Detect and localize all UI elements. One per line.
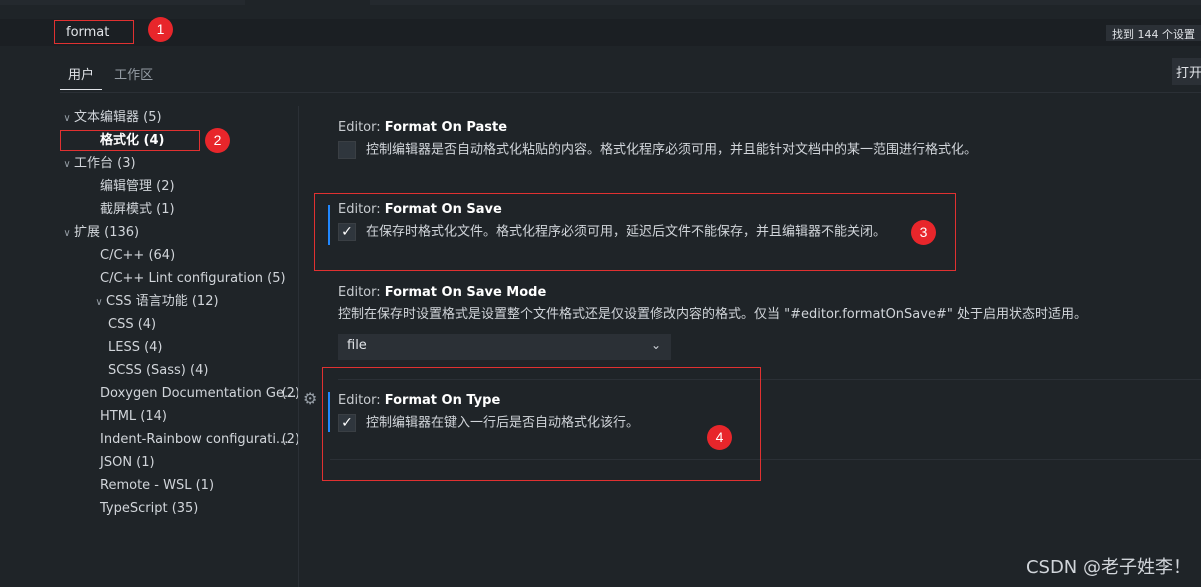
toc-item-label: HTML (14)	[100, 409, 167, 424]
toc-item-label: SCSS (Sass) (4)	[108, 363, 209, 378]
annotation-marker-4: 4	[707, 425, 732, 450]
toc-item[interactable]: Doxygen Documentation Ge... (2)	[60, 382, 300, 405]
toc-item[interactable]: ∨ CSS 语言功能 (12)	[60, 290, 300, 313]
chevron-down-icon: ∨	[63, 159, 71, 170]
active-editor-tab[interactable]	[245, 0, 370, 5]
toc-item-label: CSS 语言功能 (12)	[106, 294, 219, 309]
toc-item[interactable]: ∨ 工作台 (3)	[60, 152, 300, 175]
toc-item-label: CSS (4)	[108, 317, 157, 332]
format-on-save-mode-select[interactable]: file ⌄	[338, 334, 671, 360]
chevron-down-icon: ⌄	[650, 338, 661, 352]
toc-item[interactable]: TypeScript (35)	[60, 497, 300, 520]
setting-format-on-save-mode: Editor: Format On Save Mode 控制在保存时设置格式是设…	[338, 284, 1087, 324]
toc-item-label: 工作台 (3)	[74, 156, 136, 171]
setting-format-on-paste: Editor: Format On Paste 控制编辑器是否自动格式化粘贴的内…	[338, 119, 977, 160]
chevron-down-icon: ∨	[63, 228, 71, 239]
setting-title: Editor: Format On Paste	[338, 120, 508, 135]
toc-item[interactable]: C/C++ Lint configuration (5)	[60, 267, 300, 290]
annotation-box-toc	[60, 130, 200, 151]
toc-item-label: 扩展 (136)	[74, 225, 140, 240]
toc-item-label: Indent-Rainbow configurati...	[100, 432, 289, 447]
toc-item[interactable]: 截屏模式 (1)	[60, 198, 300, 221]
toc-item-label: 编辑管理 (2)	[100, 179, 175, 194]
settings-search-bar: 找到 144 个设置	[0, 19, 1201, 46]
toc-item-label: 截屏模式 (1)	[100, 202, 175, 217]
chevron-down-icon: ∨	[95, 297, 103, 308]
header-divider	[60, 92, 1201, 93]
settings-table-of-contents: ∨ 文本编辑器 (5) 格式化 (4) ∨ 工作台 (3) 编辑管理 (2) 截屏模式 (1…	[60, 106, 300, 520]
annotation-box-format-on-save	[314, 193, 956, 271]
toc-item-label: 文本编辑器 (5)	[74, 110, 162, 125]
editor-tab-strip	[0, 0, 1201, 5]
watermark: CSDN @老子姓李！	[1025, 557, 1191, 578]
format-on-paste-checkbox[interactable]	[338, 141, 356, 159]
tab-user[interactable]: 用户	[60, 60, 103, 90]
toc-item[interactable]: ∨ 文本编辑器 (5)	[60, 106, 300, 129]
toc-item-label: TypeScript (35)	[100, 501, 199, 516]
settings-scope-tabs: 用户 工作区	[60, 60, 161, 90]
toc-item-label: C/C++ (64)	[100, 248, 176, 263]
setting-description: 控制编辑器是否自动格式化粘贴的内容。格式化程序必须可用，并且能针对文档中的某一范…	[338, 141, 977, 160]
toc-item-label: C/C++ Lint configuration (5)	[100, 271, 286, 286]
toc-item[interactable]: JSON (1)	[60, 451, 300, 474]
select-value: file	[347, 338, 367, 353]
annotation-box-search	[54, 20, 134, 44]
annotation-box-format-on-type	[322, 367, 761, 481]
search-results-count: 找到 144 个设置	[1106, 25, 1201, 41]
toc-item[interactable]: LESS (4)	[60, 336, 300, 359]
open-settings-json-button[interactable]: 打开设置	[1172, 58, 1201, 85]
setting-description: 控制在保存时设置格式是设置整个文件格式还是仅设置修改内容的格式。仅当 "#edi…	[338, 307, 1087, 322]
annotation-marker-2: 2	[205, 128, 230, 153]
toc-item[interactable]: SCSS (Sass) (4)	[60, 359, 300, 382]
toc-item[interactable]: C/C++ (64)	[60, 244, 300, 267]
toc-item-label: Remote - WSL (1)	[100, 478, 215, 493]
tab-workspace[interactable]: 工作区	[106, 60, 161, 89]
toc-item[interactable]: CSS (4)	[60, 313, 300, 336]
toc-item-label: JSON (1)	[100, 455, 155, 470]
annotation-marker-1: 1	[148, 17, 173, 42]
toc-divider	[298, 106, 299, 587]
toc-item[interactable]: 编辑管理 (2)	[60, 175, 300, 198]
toc-item[interactable]: Remote - WSL (1)	[60, 474, 300, 497]
toc-item-label: LESS (4)	[108, 340, 163, 355]
annotation-marker-3: 3	[911, 220, 936, 245]
chevron-down-icon: ∨	[63, 113, 71, 124]
toc-item-label: Doxygen Documentation Ge...	[100, 386, 297, 401]
gear-icon[interactable]: ⚙	[303, 389, 317, 408]
setting-title: Editor: Format On Save Mode	[338, 285, 547, 300]
toc-item[interactable]: HTML (14)	[60, 405, 300, 428]
toc-item[interactable]: ∨ 扩展 (136)	[60, 221, 300, 244]
toc-item[interactable]: Indent-Rainbow configurati... (2)	[60, 428, 300, 451]
